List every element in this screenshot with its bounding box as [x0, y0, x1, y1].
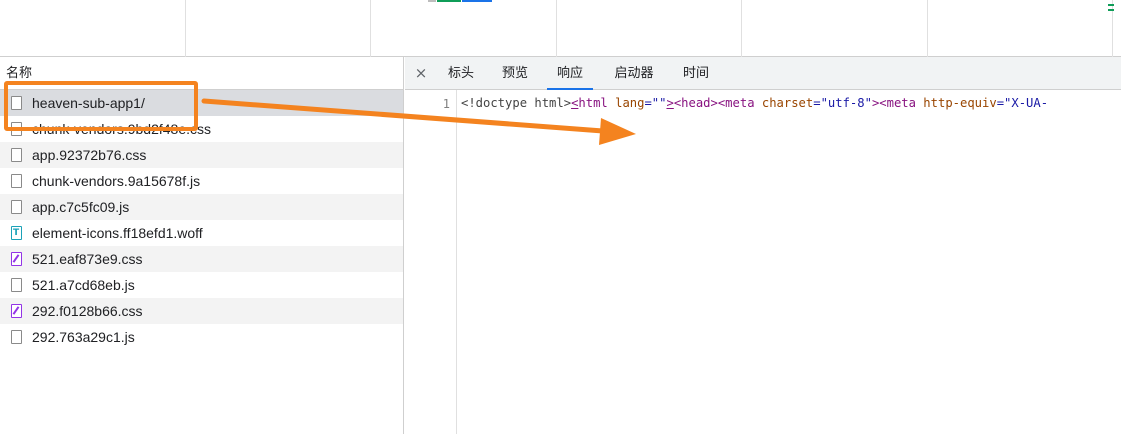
code-token: <head>	[673, 96, 718, 110]
timeline-divider	[185, 0, 186, 57]
code-token: charset	[754, 96, 814, 110]
tab-timing[interactable]: 时间	[673, 57, 719, 90]
name-column-header[interactable]: 名称	[0, 57, 404, 90]
timeline-bar	[1108, 4, 1114, 6]
response-code-viewer[interactable]: 1 <!doctype html><html lang=""><head><me…	[405, 90, 1121, 434]
request-row[interactable]: 292.763a29c1.js	[0, 324, 403, 350]
line-number-gutter: 1	[405, 90, 457, 434]
stylesheet-icon	[11, 304, 22, 318]
document-icon	[11, 174, 22, 188]
timeline-bar	[437, 0, 461, 2]
code-token: >	[666, 96, 674, 110]
tab-response[interactable]: 响应	[547, 57, 593, 90]
timeline-divider	[370, 0, 371, 57]
request-row[interactable]: 521.eaf873e9.css	[0, 246, 403, 272]
code-token: <meta	[879, 96, 916, 110]
request-name: app.c7c5fc09.js	[32, 199, 130, 215]
line-number: 1	[442, 97, 450, 111]
document-icon	[11, 330, 22, 344]
code-token: ="utf-8"	[813, 96, 872, 110]
timeline-bar	[1108, 9, 1114, 11]
code-token: ="X-UA-	[996, 96, 1049, 110]
code-token: <!doctype html>	[461, 96, 572, 110]
document-icon	[11, 96, 22, 110]
code-token: lang	[607, 96, 645, 110]
font-file-icon	[11, 220, 22, 246]
request-name: 292.f0128b66.css	[32, 303, 143, 319]
request-list-panel: 名称 heaven-sub-app1/chunk-vendors.9bd2f48…	[0, 57, 404, 434]
tab-initiator[interactable]: 启动器	[603, 57, 665, 90]
request-name: app.92372b76.css	[32, 147, 147, 163]
timeline-divider	[556, 0, 557, 57]
request-name: 292.763a29c1.js	[32, 329, 135, 345]
request-list: heaven-sub-app1/chunk-vendors.9bd2f48e.c…	[0, 90, 403, 350]
request-name: heaven-sub-app1/	[32, 95, 145, 111]
tab-preview[interactable]: 预览	[493, 57, 537, 90]
timeline-divider	[741, 0, 742, 57]
code-token: =""	[644, 96, 667, 110]
tab-headers[interactable]: 标头	[439, 57, 483, 90]
document-icon	[11, 200, 22, 214]
request-row[interactable]: heaven-sub-app1/	[0, 90, 403, 116]
code-token: <meta	[717, 96, 755, 110]
code-token: html	[578, 96, 608, 110]
code-token: http-equiv	[915, 96, 997, 110]
timeline-bar	[462, 0, 492, 2]
request-row[interactable]: 521.a7cd68eb.js	[0, 272, 403, 298]
timeline-divider	[927, 0, 928, 57]
request-name: chunk-vendors.9bd2f48e.css	[32, 121, 211, 137]
request-row[interactable]: chunk-vendors.9a15678f.js	[0, 168, 403, 194]
timeline-bar	[428, 0, 436, 2]
request-row[interactable]: chunk-vendors.9bd2f48e.css	[0, 116, 403, 142]
request-name: 521.eaf873e9.css	[32, 251, 143, 267]
request-row[interactable]: app.c7c5fc09.js	[0, 194, 403, 220]
request-row[interactable]: 292.f0128b66.css	[0, 298, 403, 324]
request-name: 521.a7cd68eb.js	[32, 277, 135, 293]
request-name: chunk-vendors.9a15678f.js	[32, 173, 201, 189]
close-icon[interactable]: ×	[413, 57, 429, 90]
request-name: element-icons.ff18efd1.woff	[32, 225, 203, 241]
request-row[interactable]: element-icons.ff18efd1.woff	[0, 220, 403, 246]
details-tabbar: × 标头 预览 响应 启动器 时间	[405, 57, 1121, 90]
request-row[interactable]: app.92372b76.css	[0, 142, 403, 168]
document-icon	[11, 148, 22, 162]
request-details-panel: × 标头 预览 响应 启动器 时间 1 <!doctype html><html…	[405, 57, 1121, 434]
network-overview-timeline[interactable]	[0, 0, 1121, 57]
stylesheet-icon	[11, 252, 22, 266]
document-icon	[11, 278, 22, 292]
code-line[interactable]: <!doctype html><html lang=""><head><meta…	[461, 96, 1048, 110]
document-icon	[11, 122, 22, 136]
